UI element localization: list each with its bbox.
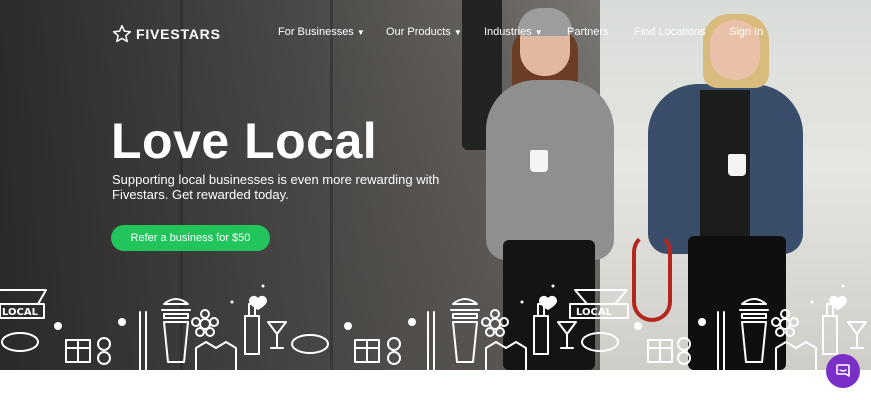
- refer-business-button[interactable]: Refer a business for $50: [111, 225, 270, 251]
- refer-business-label: Refer a business for $50: [130, 232, 251, 244]
- nav-industries[interactable]: Industries ▼: [484, 26, 543, 38]
- nav-partners[interactable]: Partners: [567, 26, 609, 38]
- nav-label: Find Locations: [634, 26, 706, 38]
- nav-label: Industries: [484, 26, 532, 38]
- chat-launcher-button[interactable]: [826, 354, 860, 388]
- doodle-sign-text: LOCAL: [2, 307, 39, 318]
- brand-name: FIVESTARS: [136, 26, 221, 42]
- chat-bubble-icon: [836, 364, 850, 377]
- caret-down-icon: ▼: [534, 28, 543, 37]
- nav-label: Sign In: [729, 26, 764, 38]
- caret-down-icon: ▼: [356, 28, 365, 37]
- coffee-cup: [530, 150, 548, 172]
- coffee-cup: [728, 154, 746, 176]
- hero-subtext: Supporting local businesses is even more…: [112, 172, 440, 202]
- nav-for-businesses[interactable]: For Businesses ▼: [278, 26, 365, 38]
- hero-headline: Love Local: [111, 113, 378, 169]
- local-doodles-illustration: LOCAL LOCAL: [0, 284, 867, 370]
- nav-our-products[interactable]: Our Products ▼: [386, 26, 462, 38]
- caret-down-icon: ▼: [453, 28, 462, 37]
- nav-find-locations[interactable]: Find Locations: [634, 26, 706, 38]
- nav-label: For Businesses: [278, 26, 354, 38]
- nav-label: Partners: [567, 26, 609, 38]
- nav-sign-in[interactable]: Sign In: [729, 26, 763, 38]
- doodle-sign-text: LOCAL: [576, 307, 613, 318]
- star-outline-icon: [112, 24, 132, 43]
- top-navigation: FIVESTARS For Businesses ▼ Our Products ▼ …: [0, 0, 871, 64]
- brand-logo[interactable]: FIVESTARS: [112, 24, 221, 44]
- person-sweater: [486, 80, 614, 260]
- nav-label: Our Products: [386, 26, 451, 38]
